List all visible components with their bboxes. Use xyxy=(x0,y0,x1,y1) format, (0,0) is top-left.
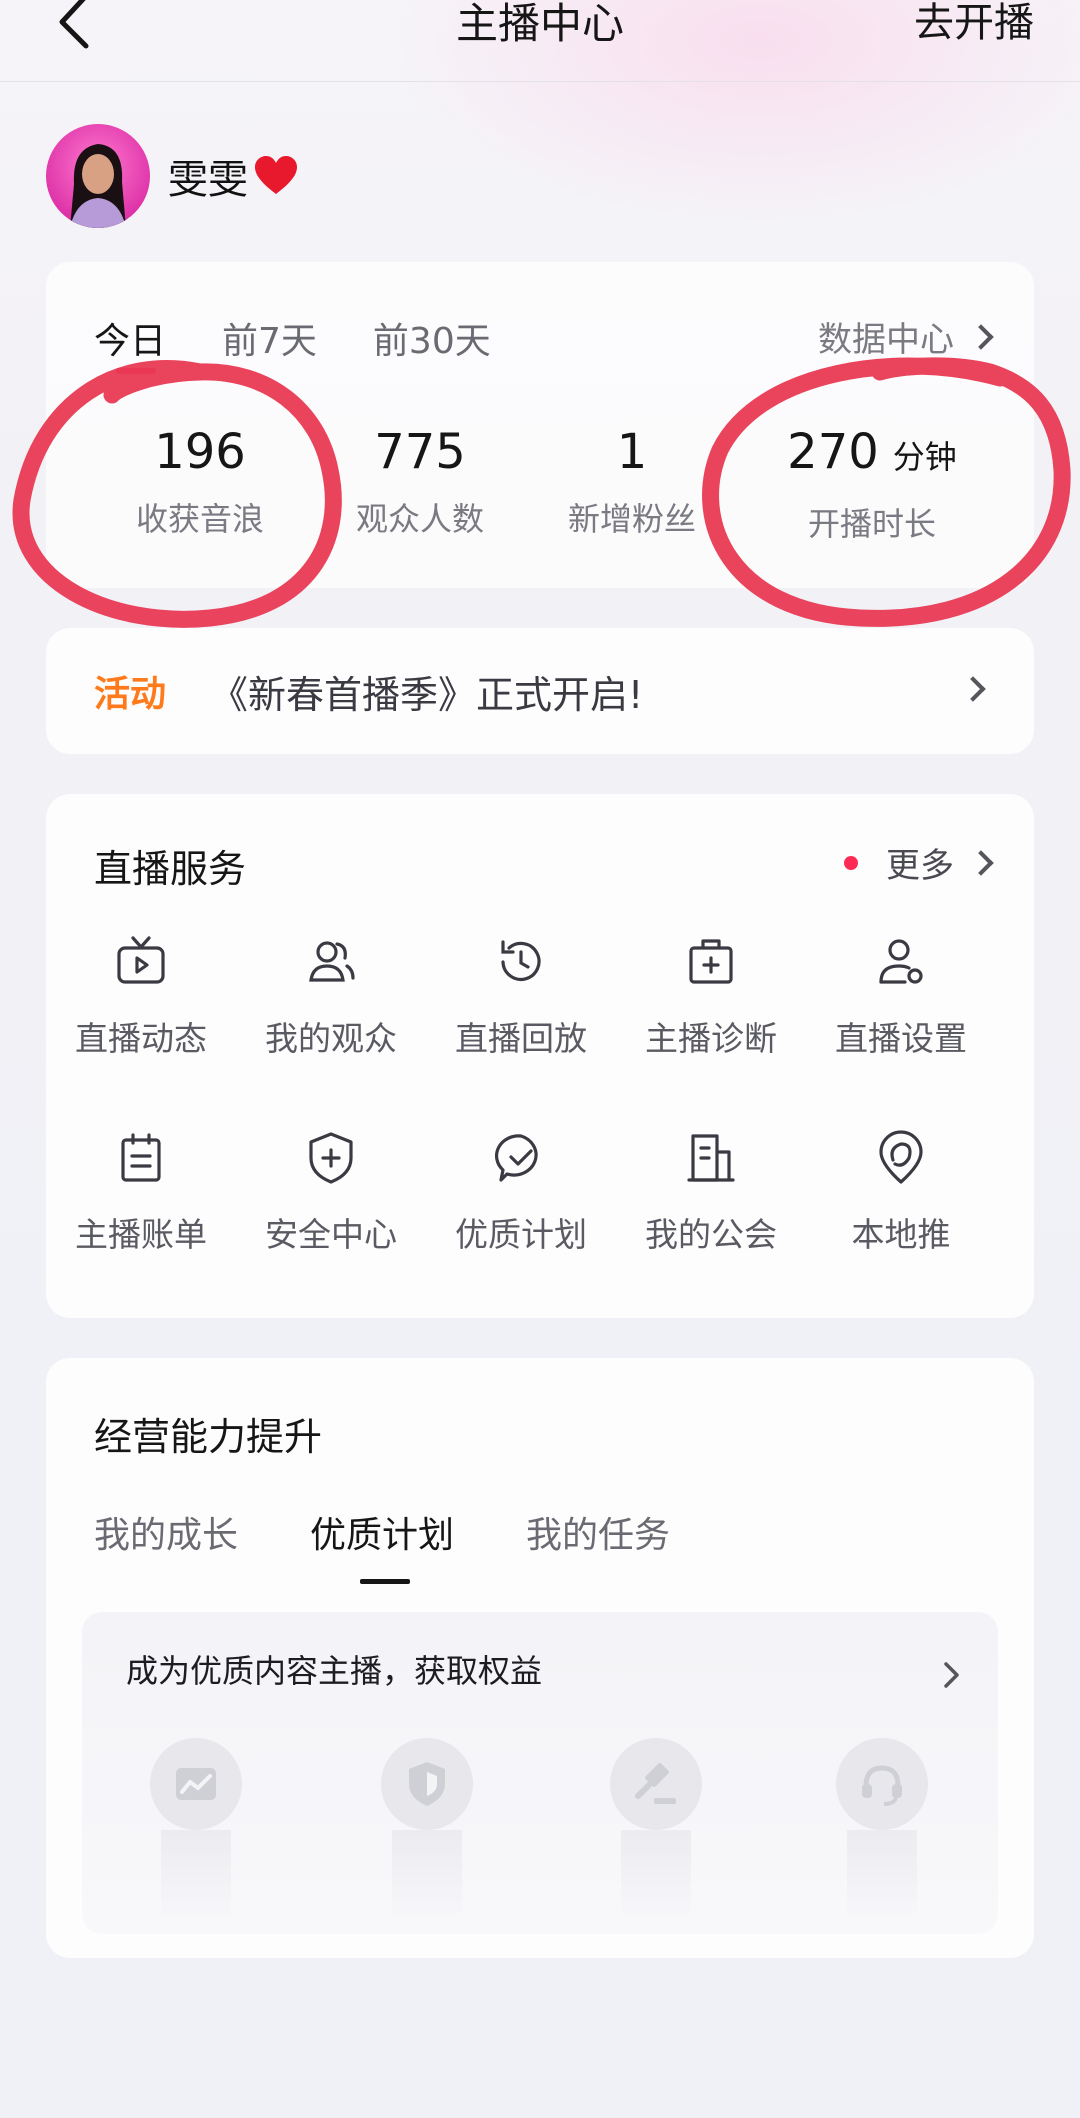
chevron-right-icon[interactable] xyxy=(942,1660,962,1690)
benefit-item xyxy=(381,1738,473,1928)
tab-quality-plan[interactable]: 优质计划 xyxy=(310,1506,454,1584)
notification-dot xyxy=(844,855,858,870)
clipboard-icon xyxy=(121,1133,161,1182)
service-label: 我的公会 xyxy=(645,1215,777,1254)
service-my-guild[interactable]: 我的公会 xyxy=(616,1130,806,1256)
service-label: 我的观众 xyxy=(265,1019,397,1058)
service-label: 直播动态 xyxy=(75,1019,207,1058)
service-label: 优质计划 xyxy=(455,1215,587,1254)
service-label: 本地推 xyxy=(851,1215,951,1254)
building-icon xyxy=(687,1134,735,1182)
users-icon xyxy=(309,941,355,982)
more-link[interactable]: 更多 xyxy=(844,838,994,887)
service-label: 主播诊断 xyxy=(645,1019,777,1058)
service-label: 主播账单 xyxy=(75,1215,207,1254)
annotation-circle-left xyxy=(12,360,342,628)
service-local-promo[interactable]: 本地推 xyxy=(806,1130,996,1256)
benefit-item xyxy=(836,1738,928,1928)
service-quality-plan[interactable]: 优质计划 xyxy=(426,1130,616,1256)
service-my-audience[interactable]: 我的观众 xyxy=(236,934,426,1060)
trend-chart-icon xyxy=(176,1768,216,1800)
annotation-circle-right xyxy=(702,357,1071,627)
more-label: 更多 xyxy=(886,846,954,886)
shield-icon xyxy=(409,1762,445,1806)
location-pin-icon xyxy=(879,1130,923,1184)
tv-play-icon xyxy=(117,936,165,984)
service-bills[interactable]: 主播账单 xyxy=(46,1130,236,1256)
service-security[interactable]: 安全中心 xyxy=(236,1130,426,1256)
service-label: 安全中心 xyxy=(265,1215,397,1254)
section-title: 直播服务 xyxy=(94,847,247,891)
banner-text: 成为优质内容主播，获取权益 xyxy=(126,1652,543,1690)
medical-kit-icon xyxy=(689,939,733,984)
shield-plus-icon xyxy=(309,1132,353,1184)
user-settings-icon xyxy=(879,939,923,984)
live-services-card: 直播服务 更多 直播动态 我的观众 直播回放 主播诊断 直播设置 主播账单 安全… xyxy=(46,794,1034,1318)
tab-my-growth[interactable]: 我的成长 xyxy=(94,1506,238,1558)
annotation-overlay xyxy=(12,357,1071,628)
benefit-item xyxy=(610,1738,702,1928)
tab-my-tasks[interactable]: 我的任务 xyxy=(526,1506,670,1558)
service-live-settings[interactable]: 直播设置 xyxy=(806,934,996,1060)
gavel-icon xyxy=(635,1763,676,1804)
chevron-right-icon xyxy=(968,849,994,876)
growth-tabs: 我的成长 优质计划 我的任务 xyxy=(94,1506,742,1584)
section-title: 经营能力提升 xyxy=(94,1415,323,1459)
service-live-feed[interactable]: 直播动态 xyxy=(46,934,236,1060)
replay-clock-icon xyxy=(501,940,541,982)
service-label: 直播回放 xyxy=(455,1019,587,1058)
growth-card: 经营能力提升 我的成长 优质计划 我的任务 成为优质内容主播，获取权益 xyxy=(46,1358,1034,1958)
service-replay[interactable]: 直播回放 xyxy=(426,934,616,1060)
service-diagnosis[interactable]: 主播诊断 xyxy=(616,934,806,1060)
benefit-item xyxy=(150,1738,242,1928)
headset-icon xyxy=(862,1765,902,1806)
service-label: 直播设置 xyxy=(835,1019,967,1058)
check-badge-icon xyxy=(495,1134,538,1182)
